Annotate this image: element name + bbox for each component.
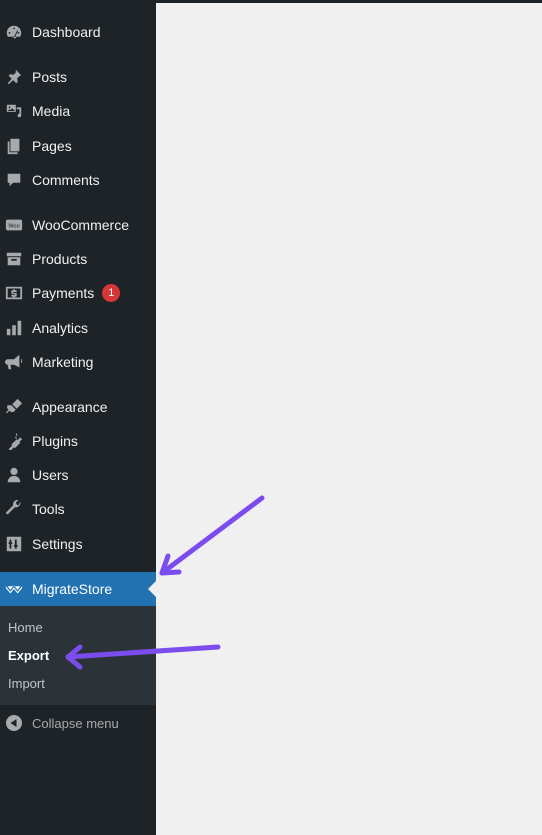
- sidebar-item-label: Posts: [32, 69, 68, 85]
- comment-icon: [4, 170, 24, 190]
- pages-icon: [4, 136, 24, 156]
- migratestore-submenu: Home Export Import: [0, 606, 156, 705]
- sidebar-item-products[interactable]: Products: [0, 242, 156, 276]
- sidebar-item-users[interactable]: Users: [0, 458, 156, 492]
- sidebar-item-label: MigrateStore: [32, 581, 113, 597]
- sidebar-item-label: Products: [32, 251, 88, 267]
- sidebar-item-marketing[interactable]: Marketing: [0, 345, 156, 379]
- submenu-item-export[interactable]: Export: [8, 648, 49, 663]
- plugin-icon: [4, 431, 24, 451]
- sidebar-item-tools[interactable]: Tools: [0, 492, 156, 526]
- migrate-icon: [4, 579, 24, 599]
- sidebar-item-migratestore[interactable]: MigrateStore: [0, 572, 156, 606]
- collapse-arrow-icon: [4, 713, 24, 733]
- sidebar-item-posts[interactable]: Posts: [0, 60, 156, 94]
- submenu-item-import[interactable]: Import: [8, 676, 45, 691]
- sidebar-item-analytics[interactable]: Analytics: [0, 311, 156, 345]
- sidebar-item-payments[interactable]: Payments 1: [0, 276, 156, 310]
- sidebar-item-label: Settings: [32, 536, 83, 552]
- sidebar-item-label: Comments: [32, 172, 100, 188]
- sidebar-item-label: Analytics: [32, 320, 89, 336]
- sidebar-item-woocommerce[interactable]: Woo WooCommerce: [0, 208, 156, 242]
- bar-chart-icon: [4, 318, 24, 338]
- sidebar-item-label: WooCommerce: [32, 217, 129, 233]
- sidebar-item-media[interactable]: Media: [0, 94, 156, 128]
- dollar-icon: [4, 283, 24, 303]
- archive-icon: [4, 249, 24, 269]
- collapse-menu-button[interactable]: Collapse menu: [0, 708, 156, 738]
- sidebar-item-appearance[interactable]: Appearance: [0, 390, 156, 424]
- sidebar-item-label: Plugins: [32, 433, 78, 449]
- dashboard-icon: [4, 22, 24, 42]
- sidebar-item-label: Tools: [32, 501, 65, 517]
- sidebar-item-label: Payments: [32, 285, 95, 301]
- sidebar-item-dashboard[interactable]: Dashboard: [0, 15, 156, 49]
- sidebar-item-settings[interactable]: Settings: [0, 527, 156, 561]
- main-content-area: [156, 3, 542, 835]
- sidebar-item-label: Users: [32, 467, 69, 483]
- svg-text:Woo: Woo: [8, 223, 20, 229]
- user-icon: [4, 465, 24, 485]
- sidebar-item-label: Marketing: [32, 354, 94, 370]
- settings-icon: [4, 534, 24, 554]
- sidebar-item-label: Appearance: [32, 399, 108, 415]
- sidebar-item-comments[interactable]: Comments: [0, 163, 156, 197]
- sidebar-item-plugins[interactable]: Plugins: [0, 424, 156, 458]
- woo-icon: Woo: [4, 215, 24, 235]
- submenu-item-home[interactable]: Home: [8, 620, 43, 635]
- media-icon: [4, 101, 24, 121]
- sidebar-item-label: Dashboard: [32, 24, 101, 40]
- sidebar-item-pages[interactable]: Pages: [0, 129, 156, 163]
- sidebar-item-label: Media: [32, 103, 71, 119]
- active-indicator: [148, 581, 156, 597]
- sidebar-item-label: Pages: [32, 138, 72, 154]
- megaphone-icon: [4, 352, 24, 372]
- collapse-menu-label: Collapse menu: [32, 715, 119, 731]
- pin-icon: [4, 67, 24, 87]
- wrench-icon: [4, 499, 24, 519]
- paintbrush-icon: [4, 397, 24, 417]
- admin-sidebar: Dashboard Posts Media Pages Comments Woo…: [0, 0, 156, 835]
- page: Dashboard Posts Media Pages Comments Woo…: [0, 0, 542, 835]
- notification-badge: 1: [102, 284, 121, 302]
